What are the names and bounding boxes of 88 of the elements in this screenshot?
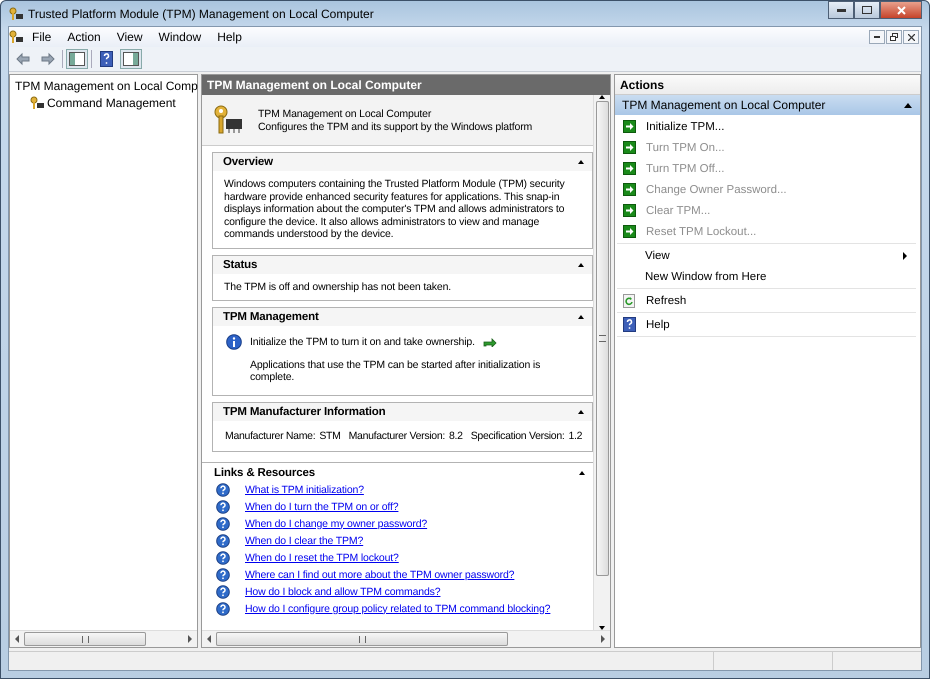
- show-tree-button[interactable]: [66, 49, 88, 69]
- help-icon: [216, 602, 230, 616]
- go-arrow-icon: [623, 204, 636, 217]
- section-title: Overview: [223, 156, 273, 168]
- show-actions-button[interactable]: [120, 49, 142, 69]
- menu-item[interactable]: Window: [152, 29, 208, 45]
- banner-description: Configures the TPM and its support by the Windows platform: [258, 120, 532, 132]
- tree-item[interactable]: Command Management: [10, 94, 197, 111]
- help-book-icon: [623, 317, 636, 332]
- go-arrow-icon[interactable]: [482, 337, 497, 347]
- task-pane-command[interactable]: Refresh: [617, 290, 916, 311]
- help-book-icon: [100, 51, 112, 67]
- go-arrow-icon: [623, 162, 636, 175]
- pane-icon: [123, 52, 139, 66]
- task-pane-command[interactable]: Help: [617, 314, 916, 335]
- minimize-icon: [836, 8, 846, 12]
- collapse-arrow-icon[interactable]: [578, 160, 584, 164]
- collapse-arrow-icon[interactable]: [579, 471, 585, 475]
- maximize-button[interactable]: [854, 1, 880, 19]
- help-link[interactable]: When do I clear the TPM?: [245, 534, 364, 546]
- go-arrow-icon: [623, 141, 636, 154]
- horizontal-scrollbar[interactable]: [10, 630, 197, 647]
- info-note: Applications that use the TPM can be started after initialization is complete.: [249, 359, 542, 383]
- go-arrow-icon: [623, 183, 636, 196]
- section-text: Windows computers containing the Trusted Platform Module (TPM) security hardware provide enhanced security features for applications. This snap-in displays information about the computer's TPM and allows administrators to configure the device. It also allows administrators to view and manage commands understood by the device.: [223, 177, 566, 242]
- close-button[interactable]: [880, 1, 922, 19]
- section-title: Links & Resources: [214, 467, 315, 479]
- close-button[interactable]: [903, 30, 919, 44]
- section-title: TPM Manufacturer Information: [223, 406, 386, 418]
- help-link[interactable]: How do I configure group policy related to TPM command blocking?: [245, 602, 550, 614]
- field-value: 1.2: [568, 430, 582, 442]
- minimize-button[interactable]: [828, 1, 854, 19]
- field-value: STM: [319, 430, 341, 442]
- app-icon: [9, 6, 23, 20]
- task-pane-command[interactable]: New Window from Here: [617, 266, 916, 287]
- help-icon: [216, 516, 230, 530]
- section-title: Status: [223, 258, 258, 270]
- collapse-arrow-icon[interactable]: [578, 410, 584, 414]
- actions-title: Actions: [615, 75, 920, 95]
- horizontal-scrollbar[interactable]: [202, 630, 610, 647]
- key-chip-icon: [212, 104, 244, 136]
- help-link[interactable]: When do I change my owner password?: [245, 518, 428, 530]
- help-link[interactable]: When do I reset the TPM lockout?: [245, 552, 399, 564]
- minimize-icon: [874, 36, 880, 38]
- pane-title: TPM Management on Local Computer: [202, 75, 610, 95]
- help-link[interactable]: When do I turn the TPM on or off?: [245, 500, 398, 512]
- minimize-button[interactable]: [869, 30, 885, 44]
- help-icon: [216, 482, 230, 496]
- help-link[interactable]: Where can I find out more about the TPM owner password?: [245, 568, 514, 580]
- help-icon: [216, 568, 230, 582]
- close-icon: [896, 6, 906, 14]
- menu-item[interactable]: View: [110, 29, 150, 45]
- collapse-arrow-icon[interactable]: [904, 102, 912, 108]
- section-text: The TPM is off and ownership has not been taken.: [223, 280, 452, 294]
- section-title: TPM Management: [223, 311, 319, 323]
- tree-item[interactable]: TPM Management on Local Comp: [10, 77, 197, 94]
- menu-item[interactable]: Help: [210, 29, 249, 45]
- console-icon: [9, 30, 23, 44]
- task-pane-command[interactable]: View: [617, 245, 916, 266]
- help-icon: [216, 550, 230, 564]
- help-link[interactable]: What is TPM initialization?: [245, 484, 364, 496]
- help-icon: [216, 500, 230, 514]
- help-icon: [216, 584, 230, 598]
- maximize-icon: [862, 6, 872, 14]
- field-label: Manufacturer Name:: [225, 430, 316, 442]
- window-title: Trusted Platform Module (TPM) Management on Local Computer: [28, 6, 375, 20]
- go-arrow-icon: [623, 225, 636, 238]
- go-arrow-icon: [623, 120, 636, 133]
- banner-title: TPM Management on Local Computer: [258, 108, 432, 120]
- field-label: Specification Version:: [470, 430, 564, 442]
- restore-icon: [890, 33, 898, 41]
- help-icon: [216, 534, 230, 548]
- pane-icon: [69, 52, 85, 66]
- menu-item[interactable]: Action: [60, 29, 108, 45]
- action-group-header[interactable]: TPM Management on Local Computer: [615, 95, 920, 115]
- help-link[interactable]: How do I block and allow TPM commands?: [245, 586, 440, 598]
- field-value: 8.2: [449, 430, 463, 442]
- menu-item[interactable]: File: [25, 29, 58, 45]
- vertical-scrollbar[interactable]: [593, 95, 610, 630]
- close-icon: [908, 34, 914, 40]
- info-text: Initialize the TPM to turn it on and take ownership.: [250, 336, 475, 348]
- info-icon: [226, 334, 242, 350]
- collapse-arrow-icon[interactable]: [578, 315, 584, 319]
- field-label: Manufacturer Version:: [348, 430, 445, 442]
- refresh-icon: [623, 294, 636, 308]
- restore-button[interactable]: [886, 30, 902, 44]
- collapse-arrow-icon[interactable]: [578, 262, 584, 266]
- task-pane-command[interactable]: Initialize TPM...: [617, 116, 916, 137]
